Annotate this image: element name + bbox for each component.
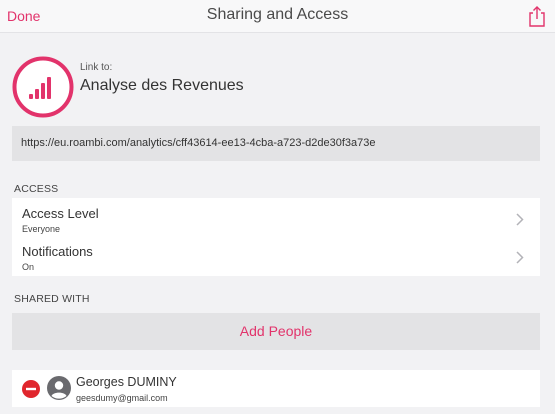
access-section-header: ACCESS — [14, 183, 59, 195]
notifications-row[interactable]: Notifications On — [12, 238, 540, 276]
shared-with-section-header: SHARED WITH — [14, 293, 90, 305]
page-title: Sharing and Access — [206, 6, 349, 23]
chevron-right-icon — [516, 251, 524, 264]
add-people-button[interactable]: Add People — [12, 313, 540, 350]
dashboard-name: Analyse des Revenues — [80, 77, 244, 94]
notifications-label: Notifications — [22, 244, 93, 259]
access-level-value: Everyone — [22, 224, 61, 234]
access-panel: Access Level Everyone Notifications On — [12, 198, 540, 276]
share-url-field[interactable]: https://eu.roambi.com/analytics/cff43614… — [12, 126, 540, 161]
access-level-label: Access Level — [22, 206, 99, 221]
link-to-label: Link to: — [80, 62, 113, 73]
shared-user-row: Georges DUMINY geesdumy@gmail.com — [12, 370, 540, 407]
remove-user-icon[interactable] — [22, 380, 40, 398]
navigation-bar: Done Sharing and Access — [0, 0, 555, 33]
notifications-value: On — [22, 262, 35, 272]
roambi-logo-icon — [12, 56, 74, 118]
access-level-row[interactable]: Access Level Everyone — [12, 200, 540, 238]
user-email: geesdumy@gmail.com — [76, 393, 168, 403]
share-icon[interactable] — [527, 5, 547, 27]
avatar — [47, 376, 71, 400]
user-name: Georges DUMINY — [76, 375, 177, 389]
chevron-right-icon — [516, 213, 524, 226]
